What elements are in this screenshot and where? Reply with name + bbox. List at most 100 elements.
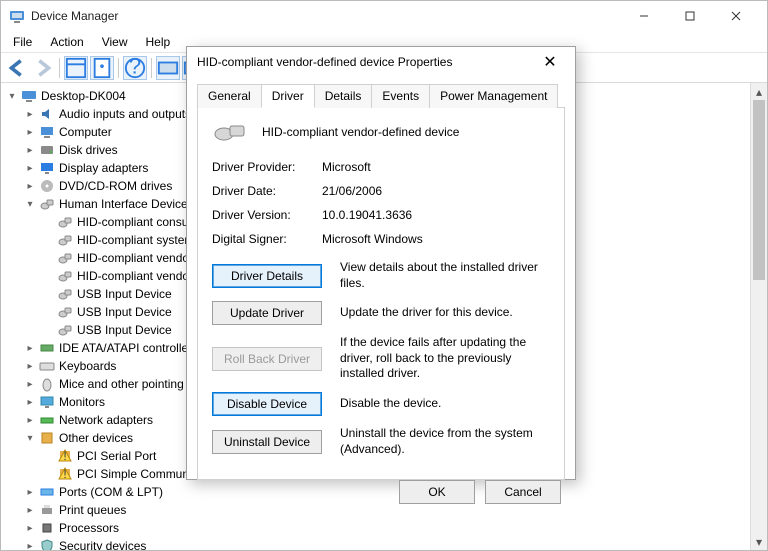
tab-details[interactable]: Details [314, 84, 373, 108]
minimize-button[interactable] [621, 1, 667, 31]
mouse-icon [39, 376, 55, 392]
window-title: Device Manager [31, 9, 621, 23]
expand-icon[interactable]: ▸ [23, 161, 37, 175]
hid-icon [57, 304, 73, 320]
tabstrip: General Driver Details Events Power Mana… [187, 77, 575, 107]
disk-icon [39, 142, 55, 158]
update-driver-button[interactable]: Update Driver [212, 301, 322, 325]
tree-item-label: DVD/CD-ROM drives [59, 179, 172, 193]
hid-icon [57, 322, 73, 338]
expand-icon[interactable]: ▸ [23, 341, 37, 355]
ok-button[interactable]: OK [399, 480, 475, 504]
printer-icon [39, 502, 55, 518]
uninstall-device-button[interactable]: Uninstall Device [212, 430, 322, 454]
menu-help[interactable]: Help [138, 33, 179, 51]
cpu-icon [39, 520, 55, 536]
signer-label: Digital Signer: [212, 232, 322, 246]
toolbar-separator [118, 58, 119, 78]
disable-device-button[interactable]: Disable Device [212, 392, 322, 416]
show-hidden-button[interactable] [64, 56, 88, 80]
svg-text:?: ? [129, 57, 141, 79]
signer-value: Microsoft Windows [322, 232, 550, 246]
tree-item-label: USB Input Device [77, 287, 172, 301]
expand-icon[interactable]: ▸ [23, 125, 37, 139]
computer-icon [21, 88, 37, 104]
close-button[interactable] [713, 1, 759, 31]
forward-button[interactable] [31, 56, 55, 80]
scan-button[interactable] [156, 56, 180, 80]
menu-file[interactable]: File [5, 33, 40, 51]
expand-icon[interactable]: ▸ [23, 107, 37, 121]
expand-icon[interactable]: ▸ [23, 377, 37, 391]
tree-item-label: Display adapters [59, 161, 148, 175]
scrollbar-track[interactable] [751, 280, 767, 533]
help-button[interactable]: ? [123, 56, 147, 80]
hid-icon [57, 286, 73, 302]
tree-item-label: Computer [59, 125, 112, 139]
tree-item-label: Security devices [59, 539, 146, 550]
date-value: 21/06/2006 [322, 184, 550, 198]
tree-item[interactable]: ▸Processors [23, 519, 750, 537]
expand-icon[interactable]: ▸ [23, 539, 37, 550]
menu-view[interactable]: View [94, 33, 136, 51]
expand-icon[interactable]: ▸ [23, 503, 37, 517]
expand-icon[interactable]: ▸ [23, 179, 37, 193]
expand-icon[interactable]: ▸ [23, 413, 37, 427]
driver-details-button[interactable]: Driver Details [212, 264, 322, 288]
ide-icon [39, 340, 55, 356]
update-driver-desc: Update the driver for this device. [340, 305, 550, 321]
expand-icon[interactable]: ▾ [5, 89, 19, 103]
svg-text:!: ! [63, 467, 66, 481]
tree-item[interactable]: ▸ Security devices [23, 537, 750, 550]
provider-value: Microsoft [322, 160, 550, 174]
vertical-scrollbar[interactable]: ▴ ▾ [750, 83, 767, 550]
expand-icon[interactable]: ▸ [23, 485, 37, 499]
maximize-button[interactable] [667, 1, 713, 31]
hid-icon [57, 214, 73, 230]
tree-item-label: USB Input Device [77, 323, 172, 337]
expand-icon[interactable]: ▸ [23, 395, 37, 409]
expand-icon[interactable]: ▸ [23, 143, 37, 157]
tree-item-label: IDE ATA/ATAPI controllers [59, 341, 198, 355]
expand-icon[interactable]: ▸ [23, 521, 37, 535]
properties-button[interactable] [90, 56, 114, 80]
app-icon [9, 8, 25, 24]
scroll-down-button[interactable]: ▾ [751, 533, 767, 550]
tab-power[interactable]: Power Management [429, 84, 558, 108]
other-icon [39, 430, 55, 446]
tree-item-label: Ports (COM & LPT) [59, 485, 163, 499]
tab-panel-driver: HID-compliant vendor-defined device Driv… [197, 107, 565, 480]
display-icon [39, 160, 55, 176]
version-value: 10.0.19041.3636 [322, 208, 550, 222]
expand-icon[interactable]: ▸ [23, 359, 37, 373]
device-name: HID-compliant vendor-defined device [262, 125, 459, 139]
dialog-title: HID-compliant vendor-defined device Prop… [197, 55, 535, 69]
tab-events[interactable]: Events [371, 84, 430, 108]
dialog-close-button[interactable]: ✕ [535, 47, 565, 77]
tree-item-label: Keyboards [59, 359, 116, 373]
tab-driver[interactable]: Driver [261, 84, 315, 108]
tree-item-label: Human Interface Devices [59, 197, 194, 211]
tree-item-label: PCI Serial Port [77, 449, 156, 463]
tree-root-label: Desktop-DK004 [41, 89, 126, 103]
disable-device-desc: Disable the device. [340, 396, 550, 412]
cancel-button[interactable]: Cancel [485, 480, 561, 504]
scrollbar-thumb[interactable] [753, 100, 765, 280]
tree-item-label: USB Input Device [77, 305, 172, 319]
properties-dialog: HID-compliant vendor-defined device Prop… [186, 46, 576, 480]
version-label: Driver Version: [212, 208, 322, 222]
scroll-up-button[interactable]: ▴ [751, 83, 767, 100]
dialog-footer: OK Cancel [187, 480, 575, 504]
collapse-icon[interactable]: ▾ [23, 431, 37, 445]
hid-icon [57, 250, 73, 266]
tree-item-label: Audio inputs and outputs [59, 107, 191, 121]
port-icon [39, 484, 55, 500]
tree-item-label: Print queues [59, 503, 126, 517]
rollback-driver-button: Roll Back Driver [212, 347, 322, 371]
tab-general[interactable]: General [197, 84, 262, 108]
dialog-titlebar: HID-compliant vendor-defined device Prop… [187, 47, 575, 77]
driver-info: Driver Provider: Microsoft Driver Date: … [212, 160, 550, 246]
menu-action[interactable]: Action [42, 33, 91, 51]
collapse-icon[interactable]: ▾ [23, 197, 37, 211]
back-button[interactable] [5, 56, 29, 80]
